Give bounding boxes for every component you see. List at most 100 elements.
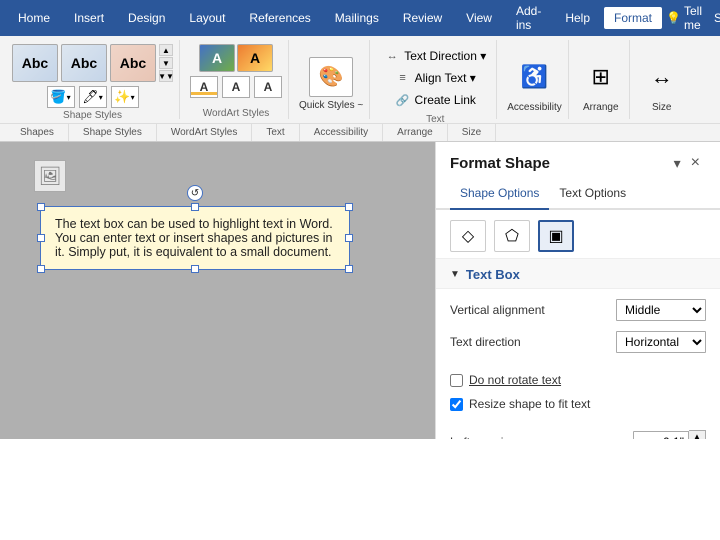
share-button[interactable]: Share xyxy=(714,11,720,25)
wordart-label: WordArt Styles xyxy=(203,106,270,119)
chevron-down-icon2: ▾ xyxy=(99,93,103,102)
wordart-color-buttons: A A A xyxy=(190,76,282,98)
scroll-down[interactable]: ▼ xyxy=(159,57,173,69)
outline-dropdown-btn[interactable]: 🖊 ▾ xyxy=(79,86,107,108)
shape-style-btn-1[interactable]: Abc xyxy=(12,44,58,82)
handle-tm[interactable] xyxy=(191,203,199,211)
quick-styles-icon[interactable]: 🎨 xyxy=(309,57,353,97)
tab-layout[interactable]: Layout xyxy=(179,7,235,29)
panel-header-buttons: ▾ × xyxy=(674,152,706,174)
tell-me[interactable]: 💡 Tell me xyxy=(666,4,702,32)
handle-tl[interactable] xyxy=(37,203,45,211)
panel-title: Format Shape xyxy=(450,155,550,172)
sec-size: Size xyxy=(448,124,496,141)
resize-shape-label: Resize shape to fit text xyxy=(469,397,590,411)
sec-text: Text xyxy=(252,124,299,141)
tab-mailings[interactable]: Mailings xyxy=(325,7,389,29)
text-direction-icon: ↔ xyxy=(384,48,400,64)
wordart-style-btn-2[interactable]: A xyxy=(237,44,273,72)
tab-text-options[interactable]: Text Options xyxy=(549,182,636,210)
ribbon-right: 💡 Tell me Share xyxy=(666,4,720,32)
text-direction-label: Text direction xyxy=(450,335,616,349)
accessibility-icon: ♿ xyxy=(521,64,548,90)
arrange-icon: ⊞ xyxy=(592,64,610,90)
canvas-textbox[interactable]: ↺ The text box can be used to highlight … xyxy=(40,206,350,270)
size-btn[interactable]: ↔ xyxy=(640,55,684,99)
sec-shapes: Shapes xyxy=(6,124,69,141)
accessibility-btn[interactable]: ♿ xyxy=(513,55,557,99)
handle-bm[interactable] xyxy=(191,265,199,273)
text-box-section-title: Text Box xyxy=(466,267,520,282)
handle-bl[interactable] xyxy=(37,265,45,273)
wordart-style-btn-1[interactable]: A xyxy=(199,44,235,72)
shape-styles-section: Abc Abc Abc ▲ ▼ ▼▼ 🪣 ▾ 🖊 ▾ ✨ ▾ Sha xyxy=(6,40,180,119)
tab-shape-options[interactable]: Shape Options xyxy=(450,182,549,210)
left-margin-row: Left margin ▲ ▼ xyxy=(450,429,706,439)
scroll-more[interactable]: ▼▼ xyxy=(159,70,173,82)
sec-wordart: WordArt Styles xyxy=(157,124,253,141)
text-box-section-header[interactable]: ▼ Text Box xyxy=(436,259,720,289)
create-link-item[interactable]: 🔗 Create Link xyxy=(391,90,480,110)
text-direction-row: Text direction Horizontal Rotate all tex… xyxy=(450,329,706,355)
text-direction-select[interactable]: Horizontal Rotate all text 90° Rotate al… xyxy=(616,331,706,353)
panel-tabs: Shape Options Text Options xyxy=(436,174,720,210)
handle-tr[interactable] xyxy=(345,203,353,211)
text-fill-btn[interactable]: A xyxy=(190,76,218,98)
arrange-label: Arrange xyxy=(583,102,619,113)
quick-styles-btn[interactable]: Quick Styles ~ xyxy=(299,100,363,111)
tab-review[interactable]: Review xyxy=(393,7,452,29)
panel-icons: ◇ ⬠ ▣ xyxy=(436,210,720,259)
rotate-handle[interactable]: ↺ xyxy=(187,185,203,201)
text-outline-btn[interactable]: A xyxy=(222,76,250,98)
text-direction-item[interactable]: ↔ Text Direction ▾ xyxy=(380,46,490,66)
arrange-btn[interactable]: ⊞ xyxy=(579,55,623,99)
handle-ml[interactable] xyxy=(37,234,45,242)
panel-form: Vertical alignment Top Middle Bottom Tex… xyxy=(436,289,720,439)
tab-format[interactable]: Format xyxy=(604,7,662,29)
align-text-item[interactable]: ≡ Align Text ▾ xyxy=(391,68,480,88)
tab-help[interactable]: Help xyxy=(555,7,600,29)
panel-collapse-btn[interactable]: ▾ xyxy=(674,152,681,174)
shape-style-btn-3[interactable]: Abc xyxy=(110,44,156,82)
effects-icon-btn[interactable]: ▣ xyxy=(538,220,574,252)
tab-addins[interactable]: Add-ins xyxy=(506,0,551,36)
scroll-up[interactable]: ▲ xyxy=(159,44,173,56)
resize-shape-checkbox[interactable] xyxy=(450,398,463,411)
do-not-rotate-checkbox[interactable] xyxy=(450,374,463,387)
left-margin-up[interactable]: ▲ xyxy=(689,431,705,439)
quick-styles-section: 🎨 Quick Styles ~ xyxy=(293,40,370,119)
handle-br[interactable] xyxy=(345,265,353,273)
fill-dropdown-btn[interactable]: 🪣 ▾ xyxy=(47,86,75,108)
handle-mr[interactable] xyxy=(345,234,353,242)
tab-references[interactable]: References xyxy=(239,7,320,29)
toolbar: Abc Abc Abc ▲ ▼ ▼▼ 🪣 ▾ 🖊 ▾ ✨ ▾ Sha xyxy=(0,36,720,124)
vertical-alignment-label: Vertical alignment xyxy=(450,303,616,317)
ribbon: Home Insert Design Layout References Mai… xyxy=(0,0,720,36)
tab-view[interactable]: View xyxy=(456,7,502,29)
outline-icon-btn[interactable]: ⬠ xyxy=(494,220,530,252)
left-margin-input[interactable] xyxy=(633,431,689,439)
pentagon-icon: ⬠ xyxy=(505,226,519,246)
arrange-section: ⊞ Arrange xyxy=(573,40,630,119)
text-section: ↔ Text Direction ▾ ≡ Align Text ▾ 🔗 Crea… xyxy=(374,40,497,119)
tab-design[interactable]: Design xyxy=(118,7,175,29)
shape-format-buttons: 🪣 ▾ 🖊 ▾ ✨ ▾ xyxy=(47,86,139,108)
effects-dropdown-btn[interactable]: ✨ ▾ xyxy=(111,86,139,108)
vertical-alignment-select[interactable]: Top Middle Bottom xyxy=(616,299,706,321)
fill-icon-btn[interactable]: ◇ xyxy=(450,220,486,252)
tab-insert[interactable]: Insert xyxy=(64,7,114,29)
wordart-section: A A A A A WordArt Styles xyxy=(184,40,289,119)
left-margin-arrows: ▲ ▼ xyxy=(689,430,706,439)
document-area: ↺ The text box can be used to highlight … xyxy=(0,142,720,439)
do-not-rotate-label: Do not rotate text xyxy=(469,373,561,387)
effects-icon: ✨ xyxy=(114,89,130,105)
panel-close-btn[interactable]: × xyxy=(685,152,706,174)
text-effects-btn[interactable]: A xyxy=(254,76,282,98)
shape-style-btn-2[interactable]: Abc xyxy=(61,44,107,82)
format-panel: Format Shape ▾ × Shape Options Text Opti… xyxy=(435,142,720,439)
link-icon: 🔗 xyxy=(395,92,411,108)
tab-home[interactable]: Home xyxy=(8,7,60,29)
section-arrow-icon: ▼ xyxy=(450,269,460,280)
left-margin-spinner: ▲ ▼ xyxy=(633,430,706,439)
wordart-row: A A xyxy=(199,44,273,72)
